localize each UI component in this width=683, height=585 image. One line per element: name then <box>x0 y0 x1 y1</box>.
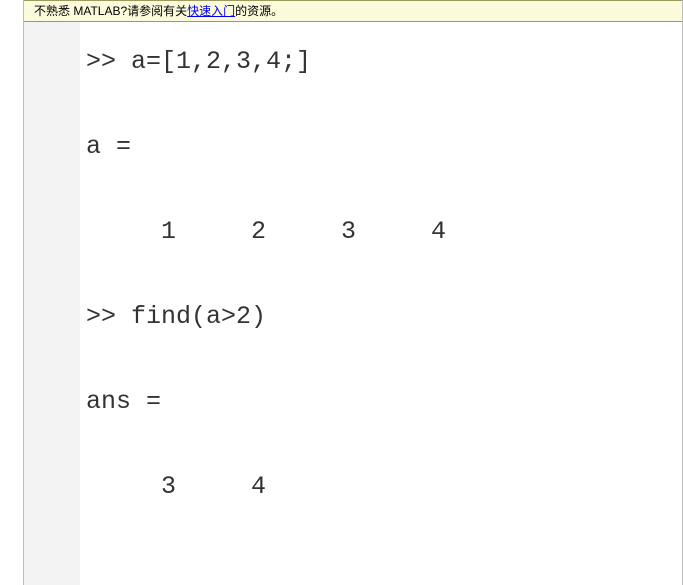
blank-line <box>86 337 677 382</box>
left-margin <box>0 0 24 585</box>
banner-suffix: 的资源。 <box>235 2 283 20</box>
blank-line <box>86 82 677 127</box>
output-values: 1 2 3 4 <box>86 212 677 252</box>
banner-prefix: 不熟悉 MATLAB?请参阅有关 <box>34 2 187 20</box>
command-text: a=[1,2,3,4;] <box>131 47 311 76</box>
output-label: a = <box>86 127 677 167</box>
gutter <box>24 22 80 585</box>
blank-line <box>86 167 677 212</box>
welcome-banner: 不熟悉 MATLAB?请参阅有关 快速入门 的资源。 <box>24 0 683 22</box>
code-area[interactable]: >> a=[1,2,3,4;] a = 1 2 3 4 >> find(a>2)… <box>80 22 683 585</box>
output-label: ans = <box>86 382 677 422</box>
command-text: find(a>2) <box>131 302 266 331</box>
command-window[interactable]: >> a=[1,2,3,4;] a = 1 2 3 4 >> find(a>2)… <box>24 22 683 585</box>
prompt: >> <box>86 302 131 331</box>
blank-line <box>86 252 677 297</box>
command-line: >> a=[1,2,3,4;] <box>86 42 677 82</box>
blank-line <box>86 422 677 467</box>
quick-start-link[interactable]: 快速入门 <box>187 2 235 20</box>
prompt: >> <box>86 47 131 76</box>
command-line: >> find(a>2) <box>86 297 677 337</box>
output-values: 3 4 <box>86 467 677 507</box>
